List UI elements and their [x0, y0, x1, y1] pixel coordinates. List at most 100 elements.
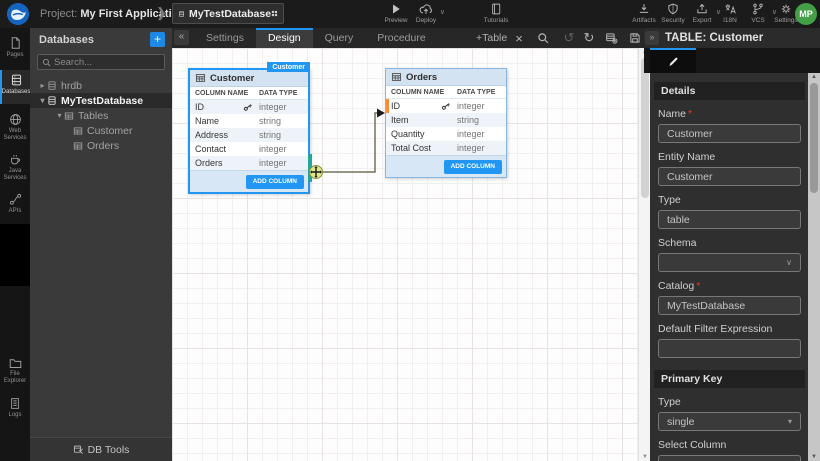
- scrollbar-thumb[interactable]: [810, 83, 818, 193]
- column-name: ID: [391, 101, 400, 111]
- default-filter-input[interactable]: [658, 339, 801, 358]
- db-tools-button[interactable]: DB Tools: [30, 437, 172, 461]
- table-card-footer: ADD COLUMN: [386, 155, 506, 177]
- chevron-down-icon: ∨: [786, 258, 792, 267]
- add-table-button[interactable]: +Table: [476, 28, 507, 48]
- wavemaker-logo-icon[interactable]: [7, 3, 29, 25]
- table-card-orders[interactable]: Orders COLUMN NAME DATA TYPE ID integer …: [385, 68, 507, 178]
- expand-panel-icon[interactable]: »: [645, 31, 659, 45]
- rail-divider-block: [0, 224, 30, 286]
- deploy-label: Deploy: [416, 17, 436, 24]
- tab-design[interactable]: Design: [256, 28, 313, 48]
- inspector-header: » TABLE: Customer: [644, 28, 820, 48]
- tree-item-customer[interactable]: Customer: [30, 123, 172, 138]
- column-name: Item: [391, 115, 457, 125]
- tree-item-hrdb[interactable]: ▸ hrdb: [30, 78, 172, 93]
- column-row-address[interactable]: Address string: [190, 128, 308, 142]
- open-resource-tab-mytestdatabase[interactable]: MyTestDatabase: [172, 3, 284, 24]
- scroll-up-icon[interactable]: ▲: [808, 74, 820, 80]
- inspector-vertical-scrollbar[interactable]: ▲ ▼: [808, 73, 820, 461]
- column-name: Quantity: [391, 129, 457, 139]
- tutorials-button[interactable]: Tutorials: [478, 3, 514, 24]
- sidebar-item-pages[interactable]: Pages: [0, 33, 30, 59]
- required-asterisk: *: [696, 280, 700, 292]
- security-label: Security: [661, 17, 684, 24]
- table-inspector-panel: » TABLE: Customer Details Name* Customer…: [650, 28, 820, 461]
- column-row-id[interactable]: ID integer: [386, 99, 506, 113]
- column-row-item[interactable]: Item string: [386, 113, 506, 127]
- column-row-quantity[interactable]: Quantity integer: [386, 127, 506, 141]
- delete-icon[interactable]: ×: [510, 30, 528, 46]
- book-icon: [490, 3, 502, 15]
- column-type: integer: [259, 158, 303, 168]
- add-column-button[interactable]: ADD COLUMN: [444, 160, 502, 174]
- api-nodes-icon: [9, 193, 22, 206]
- tree-label: hrdb: [61, 80, 82, 92]
- column-row-orders[interactable]: Orders integer: [190, 156, 308, 170]
- grid-icon[interactable]: [271, 8, 278, 19]
- search-input[interactable]: [54, 57, 160, 68]
- undo-icon[interactable]: ↺: [560, 30, 578, 46]
- section-primary-key: Primary Key: [654, 370, 805, 388]
- add-column-button[interactable]: ADD COLUMN: [246, 175, 304, 189]
- project-name: My First Application: [80, 8, 185, 20]
- er-diagram-canvas[interactable]: Customer Customer COLUMN NAME DATA TYPE …: [172, 48, 650, 461]
- column-row-total-cost[interactable]: Total Cost integer: [386, 141, 506, 155]
- pk-type-select[interactable]: single▾: [658, 412, 801, 431]
- relation-source-handle[interactable]: [308, 154, 312, 182]
- sidebar-item-databases[interactable]: Databases: [0, 70, 30, 104]
- section-details: Details: [654, 82, 805, 100]
- column-row-name[interactable]: Name string: [190, 114, 308, 128]
- apis-label: APIs: [9, 208, 22, 215]
- settings-label: Settings: [774, 17, 798, 24]
- name-input[interactable]: Customer: [658, 124, 801, 143]
- column-row-contact[interactable]: Contact integer: [190, 142, 308, 156]
- caret-down-icon: ∨: [440, 8, 445, 16]
- add-database-button[interactable]: +: [150, 32, 165, 47]
- tab-procedure[interactable]: Procedure: [365, 28, 437, 48]
- type-input[interactable]: table: [658, 210, 801, 229]
- table-card-customer[interactable]: Customer Customer COLUMN NAME DATA TYPE …: [188, 68, 310, 194]
- table-card-header[interactable]: Customer: [190, 70, 308, 87]
- catalog-input[interactable]: MyTestDatabase: [658, 296, 801, 315]
- pk-column-select[interactable]: ID∨: [658, 455, 801, 461]
- collapsed-arrow-icon[interactable]: ▸: [38, 81, 47, 90]
- scrollbar-thumb[interactable]: [641, 58, 649, 198]
- column-name: ID: [195, 102, 204, 112]
- canvas-vertical-scrollbar[interactable]: ▲ ▼: [638, 48, 650, 461]
- sidebar-item-file-explorer[interactable]: File Explorer: [0, 354, 30, 385]
- user-avatar[interactable]: MP: [795, 3, 817, 25]
- tab-query[interactable]: Query: [313, 28, 366, 48]
- tree-item-mytestdatabase[interactable]: ▾ MyTestDatabase: [30, 93, 172, 108]
- logs-label: Logs: [8, 412, 21, 419]
- column-header-row: COLUMN NAME DATA TYPE: [190, 87, 308, 100]
- deploy-button[interactable]: ∨ Deploy: [408, 3, 444, 24]
- inspector-tabs: [644, 48, 820, 73]
- collapse-panel-icon[interactable]: «: [174, 30, 189, 45]
- zoom-search-icon[interactable]: [534, 30, 552, 46]
- column-row-id[interactable]: ID integer: [190, 100, 308, 114]
- sidebar-item-web-services[interactable]: Web Services: [0, 110, 30, 142]
- project-label: Project:: [40, 8, 77, 20]
- table-card-header[interactable]: Orders: [386, 69, 506, 86]
- expanded-arrow-icon[interactable]: ▾: [38, 96, 47, 105]
- required-asterisk: *: [688, 108, 692, 120]
- page-icon: [9, 36, 22, 50]
- db-update-icon[interactable]: [602, 30, 620, 46]
- schema-select[interactable]: ∨: [658, 253, 801, 272]
- sidebar-item-java-services[interactable]: Java Services: [0, 150, 30, 182]
- field-label: Type: [658, 396, 801, 408]
- scroll-down-icon[interactable]: ▼: [808, 454, 820, 460]
- save-icon[interactable]: [626, 30, 644, 46]
- column-type: integer: [259, 102, 303, 112]
- tree-item-orders[interactable]: Orders: [30, 138, 172, 153]
- vcs-label: VCS: [751, 17, 764, 24]
- tab-settings[interactable]: Settings: [194, 28, 256, 48]
- sidebar-item-logs[interactable]: Logs: [0, 394, 30, 419]
- tree-item-tables[interactable]: ▾ Tables: [30, 108, 172, 123]
- redo-icon[interactable]: ↻: [580, 30, 598, 46]
- entity-name-input[interactable]: Customer: [658, 167, 801, 186]
- sidebar-item-apis[interactable]: APIs: [0, 190, 30, 215]
- expanded-arrow-icon[interactable]: ▾: [55, 111, 64, 120]
- edit-tab[interactable]: [650, 48, 696, 73]
